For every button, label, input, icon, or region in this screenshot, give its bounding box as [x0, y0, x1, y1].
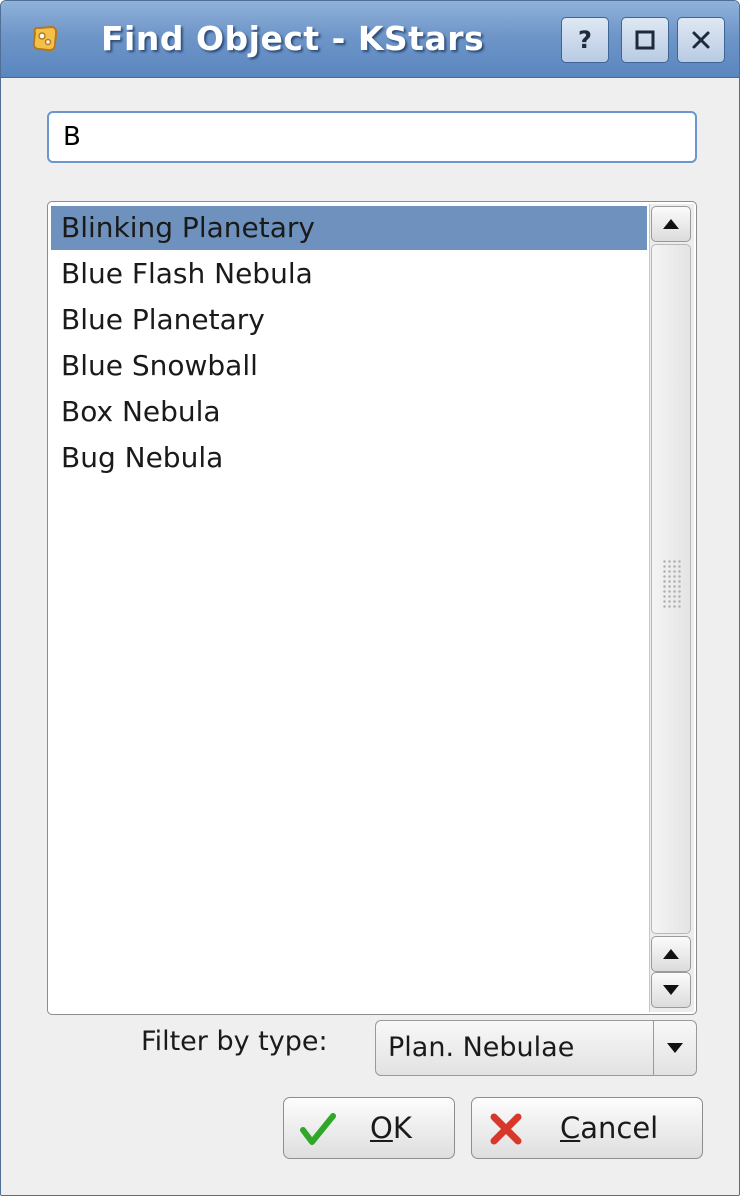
list-item[interactable]: Bug Nebula [51, 436, 647, 480]
help-icon: ? [578, 26, 592, 54]
list-item[interactable]: Box Nebula [51, 390, 647, 434]
scroll-down-button[interactable] [651, 972, 691, 1008]
cancel-button[interactable]: Cancel [471, 1097, 703, 1159]
search-input[interactable] [47, 111, 697, 163]
results-list[interactable]: Blinking Planetary Blue Flash Nebula Blu… [47, 201, 697, 1015]
close-button[interactable] [677, 17, 725, 63]
list-item[interactable]: Blue Snowball [51, 344, 647, 388]
close-icon [692, 31, 710, 49]
vertical-scrollbar[interactable] [649, 204, 694, 1012]
ok-button[interactable]: OK [283, 1097, 455, 1159]
maximize-icon [635, 30, 655, 50]
chevron-down-icon [667, 1043, 683, 1053]
window-title: Find Object - KStars [101, 19, 485, 58]
cancel-label-rest: ancel [580, 1111, 659, 1145]
find-object-dialog: Find Object - KStars ? Blinking Planetar… [0, 0, 740, 1196]
scrollbar-handle[interactable] [651, 244, 691, 934]
dropdown-arrow[interactable] [653, 1021, 696, 1075]
maximize-button[interactable] [621, 17, 669, 63]
arrow-up-icon [663, 949, 679, 959]
filter-label: Filter by type: [141, 1026, 328, 1057]
cancel-label: Cancel [560, 1098, 658, 1158]
arrow-down-icon [663, 985, 679, 995]
arrow-up-icon [663, 219, 679, 229]
filter-type-value: Plan. Nebulae [388, 1032, 575, 1063]
list-item[interactable]: Blue Flash Nebula [51, 252, 647, 296]
ok-label: OK [370, 1098, 412, 1158]
x-mark-icon [490, 1113, 522, 1145]
checkmark-icon [300, 1113, 336, 1145]
ok-label-rest: K [392, 1111, 412, 1145]
title-bar[interactable]: Find Object - KStars ? [1, 1, 739, 78]
cancel-mnemonic: C [560, 1111, 581, 1145]
kstars-app-icon [32, 25, 58, 52]
help-button[interactable]: ? [561, 17, 609, 63]
ok-mnemonic: O [370, 1111, 393, 1145]
grip-icon [662, 559, 682, 609]
list-item[interactable]: Blinking Planetary [51, 206, 647, 250]
scroll-up-button-bottom[interactable] [651, 936, 691, 972]
list-item[interactable]: Blue Planetary [51, 298, 647, 342]
filter-type-select[interactable]: Plan. Nebulae [375, 1020, 697, 1076]
scroll-up-button[interactable] [651, 206, 691, 242]
